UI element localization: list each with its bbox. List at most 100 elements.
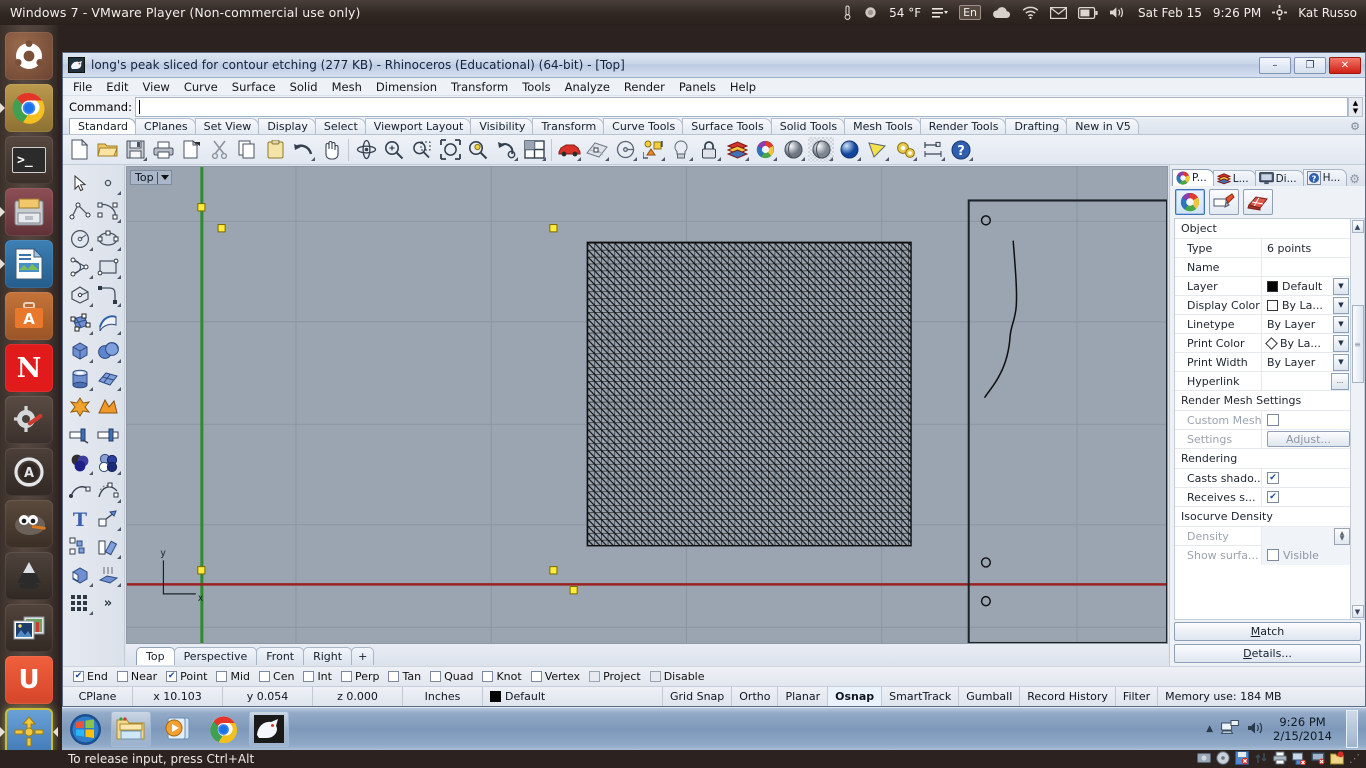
status-toggle-ortho[interactable]: Ortho — [732, 687, 779, 706]
weather-icon[interactable] — [863, 5, 878, 20]
launcher-item-inkscape[interactable] — [5, 552, 53, 600]
property-value[interactable]: Default ▼ — [1261, 276, 1350, 296]
command-input[interactable] — [134, 97, 1348, 117]
cut-scissors-icon[interactable] — [206, 137, 232, 162]
launcher-item-libreoffice-writer[interactable] — [0, 240, 53, 288]
restore-button[interactable]: ❐ — [1294, 56, 1326, 74]
select-arrow-icon[interactable] — [66, 169, 94, 197]
checkbox[interactable] — [530, 671, 542, 682]
fillet-curve-icon[interactable] — [94, 281, 122, 309]
volume-icon[interactable] — [1109, 6, 1127, 19]
sphere-icon[interactable] — [94, 337, 122, 365]
osnap-near[interactable]: Near — [115, 670, 162, 683]
status-toggle-record-history[interactable]: Record History — [1020, 687, 1116, 706]
lock-icon[interactable] — [696, 137, 722, 162]
keyboard-layout-icon[interactable]: En — [959, 5, 982, 20]
panel-options-gear-icon[interactable]: ⚙ — [1349, 172, 1365, 186]
ghosted-sphere-icon[interactable] — [808, 137, 834, 162]
property-row-settings[interactable]: Settings Adjust... — [1175, 429, 1350, 449]
osnap-perp[interactable]: Perp — [339, 670, 385, 683]
menu-item-mesh[interactable]: Mesh — [325, 79, 369, 95]
menu-item-view[interactable]: View — [136, 79, 177, 95]
osnap-int[interactable]: Int — [301, 670, 337, 683]
chevron-down-icon[interactable]: ▼ — [1333, 334, 1349, 352]
grid-icon[interactable] — [66, 589, 94, 617]
mesh-plane-icon[interactable] — [94, 365, 122, 393]
battery-icon[interactable] — [1078, 6, 1098, 19]
menu-item-surface[interactable]: Surface — [225, 79, 283, 95]
property-value[interactable]: By La... ▼ — [1261, 295, 1350, 315]
show-hidden-icons-button[interactable]: ▲ — [1206, 724, 1213, 734]
dimension-icon[interactable] — [920, 137, 946, 162]
launcher-item-ubuntu-software-center[interactable]: A — [5, 292, 53, 340]
checkbox[interactable]: ✔ — [166, 671, 178, 682]
panel-tab-display[interactable]: Di... — [1254, 170, 1304, 186]
boolean-difference-icon[interactable] — [94, 449, 122, 477]
trim-icon[interactable] — [66, 421, 94, 449]
cylinder-icon[interactable] — [66, 365, 94, 393]
osnap-mid[interactable]: Mid — [214, 670, 255, 683]
status-toggle-planar[interactable]: Planar — [778, 687, 829, 706]
circle-icon[interactable] — [66, 225, 94, 253]
arc-icon[interactable] — [66, 253, 94, 281]
property-row-layer[interactable]: Layer Default ▼ — [1175, 276, 1350, 296]
chevron-down-icon[interactable]: ▼ — [1333, 277, 1349, 295]
light-bulb-icon[interactable] — [668, 137, 694, 162]
show-desktop-button[interactable] — [1346, 710, 1358, 748]
toolbar-tab-set-view[interactable]: Set View — [194, 118, 260, 134]
toolbar-tab-cplanes[interactable]: CPlanes — [135, 118, 196, 134]
layers-icon[interactable] — [724, 137, 750, 162]
menu-item-tools[interactable]: Tools — [515, 79, 557, 95]
surface-from-edge-icon[interactable] — [94, 309, 122, 337]
property-value[interactable]: Adjust... — [1261, 429, 1350, 449]
rotate-icon[interactable] — [94, 533, 122, 561]
viewport-tab-right[interactable]: Right — [303, 647, 353, 665]
osnap-vertex[interactable]: Vertex — [529, 670, 585, 683]
print-icon[interactable] — [150, 137, 176, 162]
color-wheel-icon[interactable] — [752, 137, 778, 162]
windows-explorer-icon[interactable] — [111, 711, 151, 747]
google-chrome-icon[interactable] — [203, 711, 243, 747]
status-layer[interactable]: Default — [483, 687, 663, 706]
toolbar-options-gear-icon[interactable]: ⚙ — [1350, 120, 1360, 133]
toolbar-tab-mesh-tools[interactable]: Mesh Tools — [844, 118, 921, 134]
checkbox[interactable] — [388, 671, 400, 682]
minimize-button[interactable]: – — [1259, 56, 1291, 74]
checkbox[interactable] — [649, 671, 661, 682]
boolean-union-icon[interactable] — [66, 449, 94, 477]
text-icon[interactable]: T — [66, 505, 94, 533]
split-icon[interactable] — [94, 421, 122, 449]
more-tools-icon[interactable]: » — [94, 589, 122, 617]
cloud-icon[interactable] — [992, 6, 1011, 19]
status-units[interactable]: Inches — [403, 687, 483, 706]
ellipse-icon[interactable] — [94, 225, 122, 253]
circle-center-icon[interactable] — [612, 137, 638, 162]
property-row-hyperlink[interactable]: Hyperlink ... — [1175, 371, 1350, 391]
property-row-show-surface-isocurves[interactable]: Show surfa... Visible — [1175, 545, 1350, 565]
chevron-down-icon[interactable]: ▼ — [1333, 315, 1349, 333]
chevron-down-icon[interactable]: ▼ — [1333, 353, 1349, 371]
viewport-tab-top[interactable]: Top — [136, 647, 175, 665]
add-viewport-tab-button[interactable]: + — [351, 647, 375, 665]
panel-tab-properties[interactable]: P... — [1172, 169, 1214, 186]
toolbar-tab-display[interactable]: Display — [258, 118, 316, 134]
object-properties-icon[interactable] — [1175, 189, 1205, 215]
point-icon[interactable] — [94, 169, 122, 197]
menu-item-transform[interactable]: Transform — [444, 79, 515, 95]
floppy-icon[interactable] — [1235, 751, 1249, 765]
menu-item-analyze[interactable]: Analyze — [558, 79, 617, 95]
toolbar-tab-transform[interactable]: Transform — [532, 118, 605, 134]
osnap-project[interactable]: Project — [587, 670, 646, 683]
status-z-coordinate[interactable]: z 0.000 — [313, 687, 403, 706]
rotate-view-icon[interactable] — [353, 137, 379, 162]
launcher-item-ubuntu-dash[interactable] — [5, 32, 53, 80]
leader-icon[interactable] — [94, 505, 122, 533]
toolbar-tab-new-in-v5[interactable]: New in V5 — [1066, 118, 1139, 134]
status-toggle-osnap[interactable]: Osnap — [828, 687, 883, 706]
match-button[interactable]: Match — [1174, 622, 1361, 641]
property-value[interactable]: ✔ — [1261, 487, 1350, 507]
property-value[interactable]: ▲ ▼ — [1261, 526, 1350, 546]
boolean-icon[interactable] — [94, 393, 122, 421]
properties-scrollbar[interactable]: ▲ ≡ ▼ — [1351, 218, 1365, 620]
launcher-item-vmware-player[interactable] — [0, 708, 58, 756]
